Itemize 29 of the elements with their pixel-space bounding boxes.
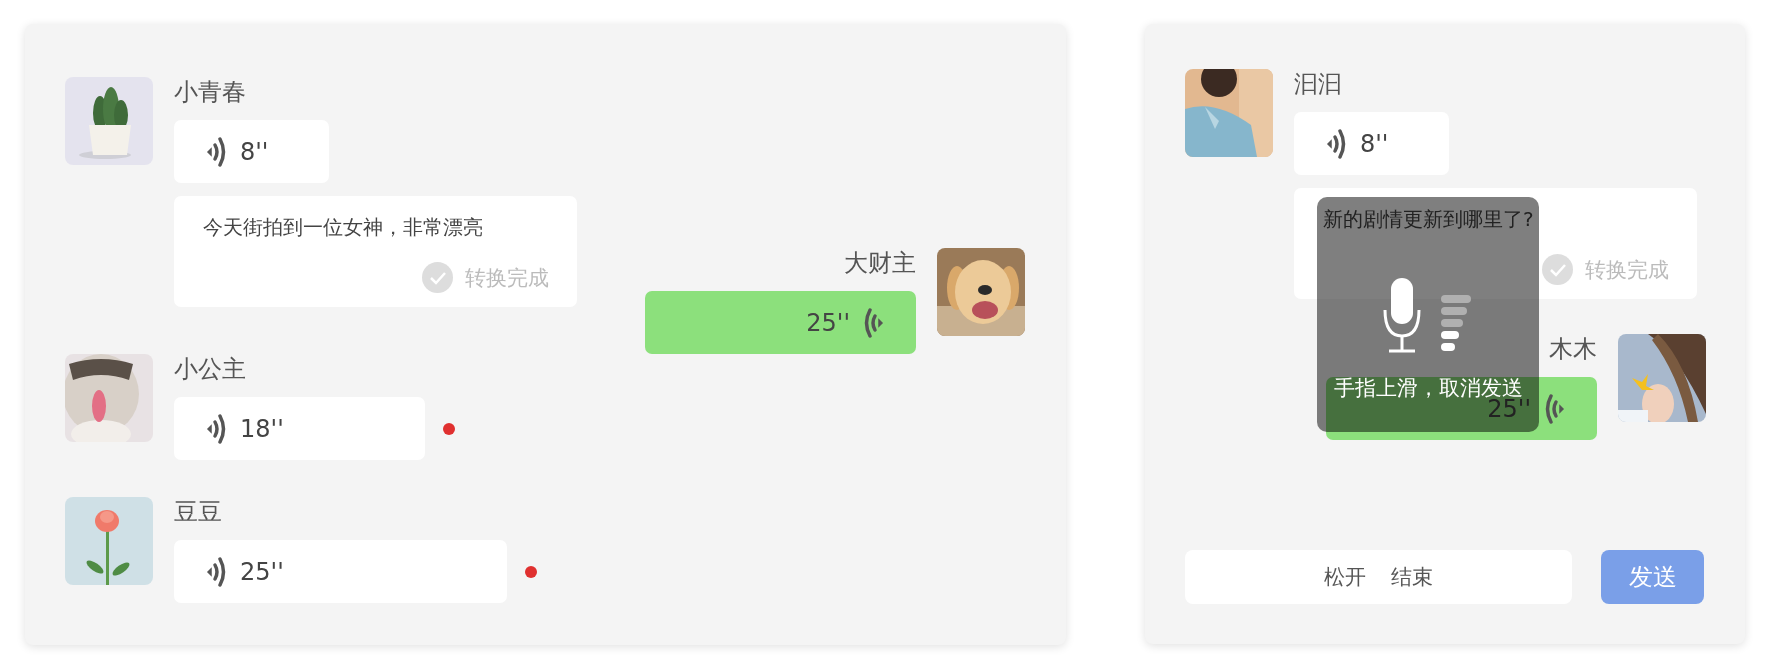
check-icon [1542,254,1573,285]
conversion-status: 转换完成 [465,264,549,292]
voice-duration: 8'' [1360,129,1389,158]
voice-message-bubble[interactable]: 25'' [174,540,507,603]
transcript-text: 今天街拍到一位女神，非常漂亮 [203,214,484,240]
voice-icon [204,412,228,445]
voice-icon [1324,127,1348,160]
sender-name: 小青春 [174,77,246,107]
sender-name: 汩汩 [1294,69,1342,99]
sender-name: 大财主 [844,248,916,278]
voice-icon [862,306,886,339]
voice-duration: 25'' [240,557,284,586]
transcript-text: 新的剧情更新到哪里了? [1323,206,1535,232]
voice-message-bubble[interactable]: 8'' [1294,112,1449,175]
voice-message-bubble[interactable]: 25'' [645,291,916,354]
hold-to-talk-button[interactable]: 松开 结束 [1185,550,1572,604]
voice-icon [1543,392,1567,425]
sender-name: 小公主 [174,354,246,384]
voice-message-bubble[interactable]: 18'' [174,397,425,460]
check-icon [422,262,453,293]
voice-duration: 18'' [240,414,284,443]
voice-icon [204,135,228,168]
sender-name: 木木 [1549,334,1597,364]
voice-icon [204,555,228,588]
voice-duration: 25'' [806,308,850,337]
conversion-status: 转换完成 [1585,256,1669,284]
sender-name: 豆豆 [174,497,222,527]
voice-duration: 8'' [240,137,269,166]
voice-message-bubble[interactable]: 8'' [174,120,329,183]
